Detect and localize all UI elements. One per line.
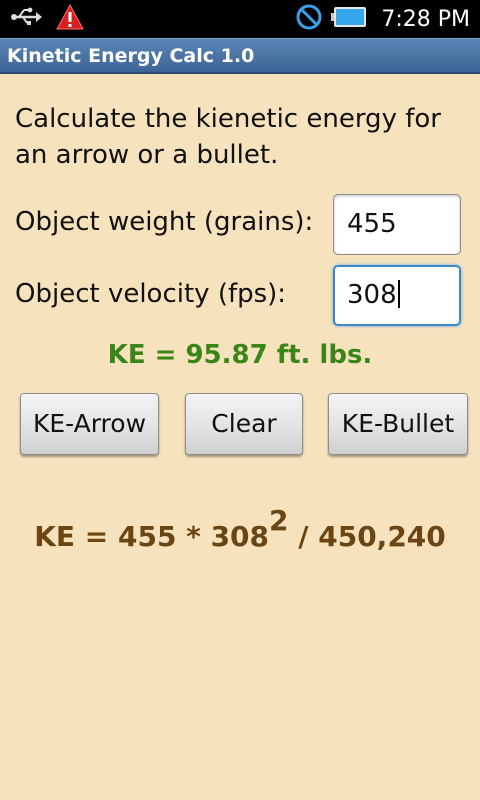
screen: 7:28 PM Kinetic Energy Calc 1.0 Calculat… (0, 0, 480, 800)
weight-input[interactable]: 455 (333, 194, 461, 255)
clear-button[interactable]: Clear (185, 393, 303, 455)
battery-icon (331, 6, 367, 32)
formula-exponent: 2 (269, 503, 289, 537)
ke-bullet-button[interactable]: KE-Bullet (328, 393, 468, 455)
formula-prefix: KE = 455 * 308 (34, 520, 270, 553)
app-title: Kinetic Energy Calc 1.0 (7, 45, 255, 67)
result-text: KE = 95.87 ft. lbs. (107, 340, 373, 370)
weight-label: Object weight (grains): (15, 207, 314, 237)
ke-arrow-button[interactable]: KE-Arrow (20, 393, 159, 455)
no-signal-icon (295, 3, 323, 35)
velocity-value: 308 (347, 280, 397, 310)
velocity-input[interactable]: 308 (333, 265, 461, 326)
intro-text: Calculate the kienetic energy for an arr… (15, 104, 441, 170)
weight-value: 455 (347, 209, 397, 239)
formula-suffix: / 450,240 (288, 520, 446, 553)
status-right-icons: 7:28 PM (295, 0, 470, 38)
text-cursor (397, 279, 400, 308)
status-clock: 7:28 PM (381, 6, 470, 32)
main-content: Calculate the kienetic energy for an arr… (0, 74, 480, 800)
formula: KE = 455 * 3082 / 450,240 (0, 506, 480, 553)
app-title-bar: Kinetic Energy Calc 1.0 (0, 38, 480, 74)
status-bar: 7:28 PM (0, 0, 480, 38)
velocity-label: Object velocity (fps): (15, 279, 287, 309)
usb-icon (10, 6, 42, 32)
status-left-icons (10, 3, 84, 34)
warning-icon (56, 3, 84, 34)
